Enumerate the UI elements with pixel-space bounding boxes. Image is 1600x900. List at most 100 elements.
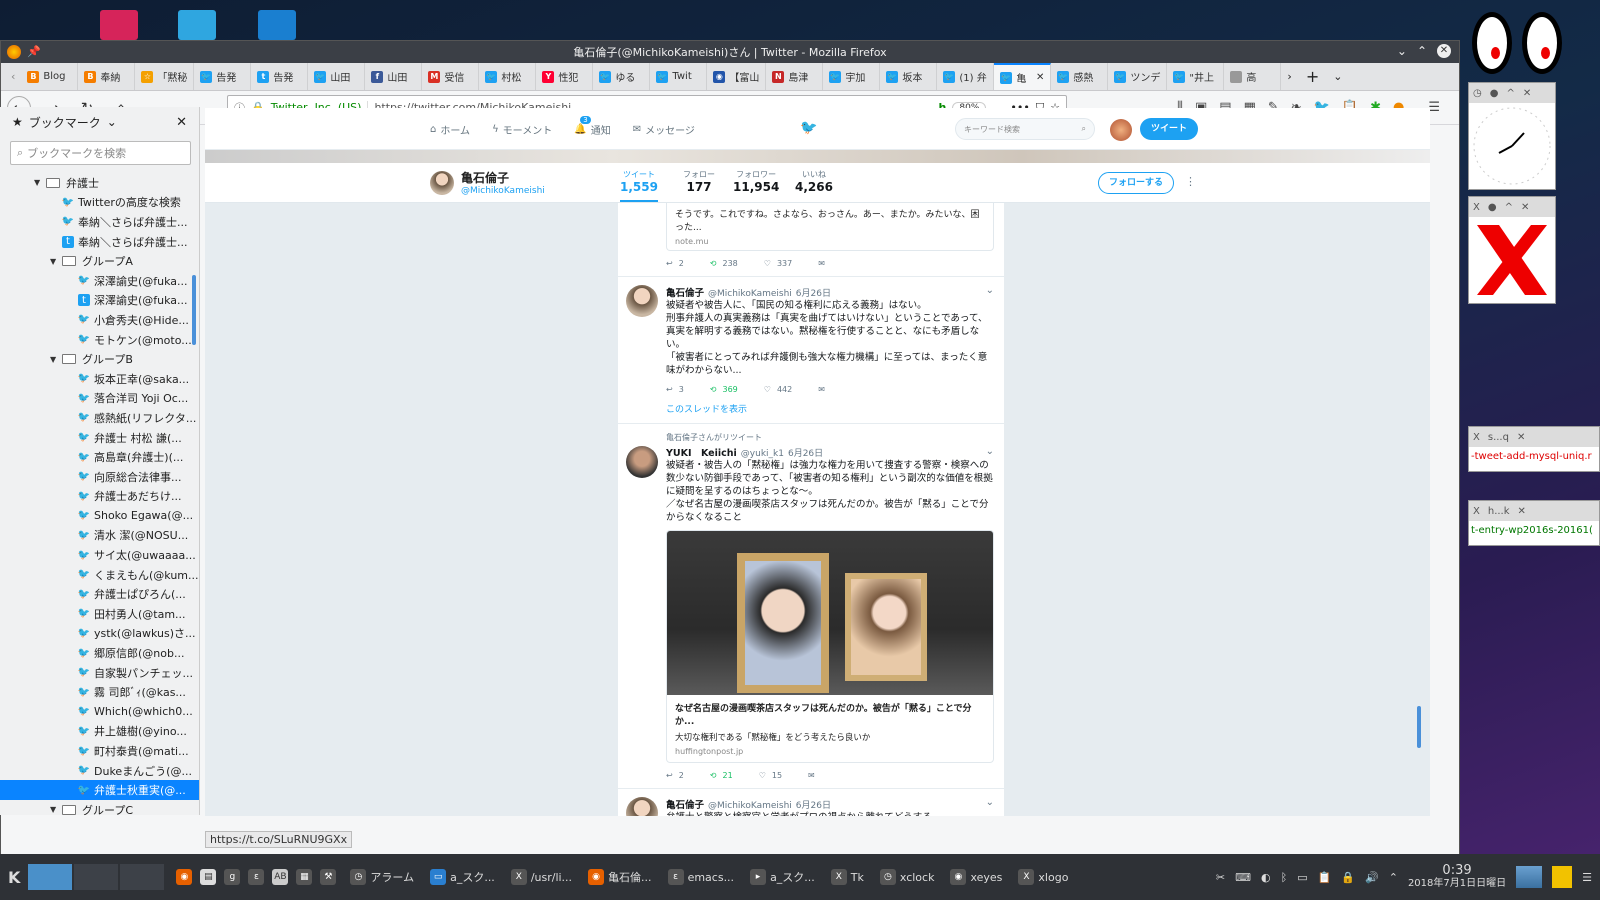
task-3[interactable]: ◉ 亀石倫...: [580, 862, 660, 892]
tab-20[interactable]: 🐦 "井上: [1167, 63, 1225, 90]
tab-12[interactable]: ◉ 【富山: [707, 63, 767, 90]
xlogo-window[interactable]: X ● ^ ✕: [1468, 196, 1556, 304]
bookmark-item[interactable]: 🐦 Twitterの高度な検索: [0, 193, 199, 213]
virtual-desktops[interactable]: [28, 864, 165, 890]
profile-name[interactable]: 亀石倫子: [461, 169, 545, 186]
twitter-logo-icon[interactable]: 🐦: [800, 120, 817, 136]
bookmark-item[interactable]: 🐦 清水 潔(@NOSU...: [0, 526, 199, 546]
follow-button[interactable]: フォローする: [1098, 172, 1174, 194]
bookmark-item[interactable]: t 深澤諭史(@fuka...: [0, 291, 199, 311]
bookmark-folder[interactable]: ▼ 弁護士: [0, 173, 199, 193]
tab-19[interactable]: 🐦 ツンデ: [1108, 63, 1168, 90]
close-icon[interactable]: ✕: [1523, 88, 1531, 99]
firefox-launcher-icon[interactable]: ◉: [176, 869, 193, 885]
tab-21[interactable]: 高: [1224, 63, 1282, 90]
bookmark-item[interactable]: 🐦 霧 司郎ﾞｨ(@kas...: [0, 682, 199, 702]
close-icon[interactable]: ✕: [1437, 44, 1451, 58]
tweet-button[interactable]: ツイート: [1140, 118, 1198, 140]
bookmark-item[interactable]: 🐦 奉納＼さらば弁護士...: [0, 212, 199, 232]
bookmark-search-input[interactable]: ⌕ ブックマークを検索: [10, 141, 191, 165]
tab-scroll-left-icon[interactable]: ‹: [5, 70, 21, 83]
desktop-preview-icon[interactable]: [1516, 866, 1543, 888]
tweet-menu-icon[interactable]: ⌄: [986, 446, 994, 457]
retweet-action[interactable]: ⟲ 238: [710, 259, 738, 268]
new-tab-icon[interactable]: +: [1298, 67, 1327, 86]
home-desktop-icon[interactable]: [178, 10, 216, 40]
tweet-avatar[interactable]: [626, 797, 658, 816]
expand-tray-icon[interactable]: ⌃: [1389, 871, 1398, 884]
tab-8[interactable]: 🐦 村松: [479, 63, 537, 90]
sidebar-scrollbar[interactable]: [192, 275, 196, 345]
bookmark-item[interactable]: 🐦 Dukeまんごう(@...: [0, 761, 199, 781]
bookmark-item[interactable]: 🐦 Which(@which0...: [0, 702, 199, 722]
clipboard-tray-icon[interactable]: 📋: [1318, 871, 1332, 884]
tweet-date[interactable]: 6月26日: [796, 801, 831, 811]
bluetooth-icon[interactable]: ᛒ: [1281, 871, 1288, 884]
close-icon[interactable]: ✕: [1518, 506, 1526, 517]
nav-home[interactable]: ⌂ ホーム: [430, 122, 470, 137]
stat-0[interactable]: ツイート 1,559: [620, 169, 658, 202]
bookmark-item[interactable]: 🐦 弁護士秋重実(@...: [0, 780, 199, 800]
close-icon[interactable]: ✕: [1521, 202, 1529, 213]
nav-messages[interactable]: ✉ メッセージ: [633, 122, 695, 137]
bookmark-item[interactable]: 🐦 ystk(@lawkus)さ...: [0, 624, 199, 644]
twitter-search-input[interactable]: キーワード検索 ⌕: [955, 118, 1095, 140]
sidebar-title[interactable]: ブックマーク: [29, 114, 101, 131]
reply-action[interactable]: ↩ 3: [666, 385, 684, 394]
tweet-author-name[interactable]: YUKI Keiichi: [666, 448, 737, 459]
folder-desktop-icon[interactable]: [258, 10, 296, 40]
bookmark-item[interactable]: 🐦 坂本正幸(@saka...: [0, 369, 199, 389]
xclock-titlebar[interactable]: ◷ ● ^ ✕: [1469, 83, 1555, 103]
like-action[interactable]: ♡ 15: [759, 771, 782, 780]
terminal-window-2[interactable]: Xh...k ✕ t-entry-wp2016s-20161(: [1468, 500, 1600, 546]
tab-1[interactable]: B 奉納: [78, 63, 136, 90]
terminal-titlebar-1[interactable]: Xs...q ✕: [1469, 427, 1599, 447]
window-titlebar[interactable]: 📌 亀石倫子(@MichikoKameishi)さん | Twitter - M…: [1, 41, 1459, 63]
network-icon[interactable]: ◐: [1261, 871, 1271, 884]
bookmark-folder[interactable]: ▼ グループB: [0, 349, 199, 369]
bookmark-item[interactable]: 🐦 小倉秀夫(@Hide...: [0, 310, 199, 330]
bookmark-item[interactable]: 🐦 井上雄樹(@yino...: [0, 722, 199, 742]
keyboard-icon[interactable]: ⌨: [1235, 871, 1251, 884]
close-sidebar-icon[interactable]: ✕: [176, 115, 187, 130]
tab-14[interactable]: 🐦 宇加: [823, 63, 881, 90]
bookmark-item[interactable]: 🐦 感熱紙(リフレクタ...: [0, 408, 199, 428]
tweet-author-name[interactable]: 亀石倫子: [666, 288, 704, 299]
menu-icon[interactable]: ☰: [1428, 100, 1440, 115]
notes-icon[interactable]: [1552, 866, 1573, 888]
tab-3[interactable]: 🐦 告発: [194, 63, 252, 90]
tab-17[interactable]: 🐦 亀 ✕: [994, 63, 1052, 90]
tab-7[interactable]: M 受信: [422, 63, 480, 90]
bookmark-folder[interactable]: ▼ グループA: [0, 251, 199, 271]
task-0[interactable]: ◷ アラーム: [342, 862, 422, 892]
stat-1[interactable]: フォロー 177: [683, 169, 715, 194]
nav-moments[interactable]: ϟ モーメント: [492, 122, 552, 137]
bookmark-item[interactable]: 🐦 サイ太(@uwaaaa...: [0, 545, 199, 565]
reply-action[interactable]: ↩ 2: [666, 771, 684, 780]
tab-5[interactable]: 🐦 山田: [308, 63, 366, 90]
emacs-launcher-icon[interactable]: ε: [248, 869, 265, 885]
dm-icon[interactable]: ✉: [808, 771, 815, 780]
expand-arrow-icon[interactable]: ▼: [50, 355, 62, 364]
pin-icon[interactable]: 📌: [27, 45, 41, 59]
tweet-author-handle[interactable]: @yuki_k1: [741, 449, 784, 459]
clock-widget[interactable]: 0:39 2018年7月1日日曜日: [1408, 864, 1506, 890]
dm-icon[interactable]: ✉: [818, 259, 825, 268]
display-icon[interactable]: ▭: [1297, 871, 1307, 884]
tab-9[interactable]: Y 性犯: [536, 63, 594, 90]
task-1[interactable]: ▭ a_スク...: [422, 862, 503, 892]
bookmark-item[interactable]: 🐦 くまえもん(@kum...: [0, 565, 199, 585]
xclock-window[interactable]: ◷ ● ^ ✕: [1468, 82, 1556, 190]
task-7[interactable]: ◷ xclock: [872, 862, 943, 892]
retweet-action[interactable]: ⟲ 21: [710, 771, 733, 780]
bookmark-item[interactable]: t 奉納＼さらば弁護士...: [0, 232, 199, 252]
terminal-window-1[interactable]: Xs...q ✕ -tweet-add-mysql-uniq.r: [1468, 426, 1600, 472]
bookmark-item[interactable]: 🐦 郷原信郎(@nob...: [0, 643, 199, 663]
tab-0[interactable]: B Blog: [21, 63, 79, 90]
show-thread-link[interactable]: このスレッドを表示: [666, 402, 994, 415]
lock-tray-icon[interactable]: 🔒: [1341, 871, 1355, 884]
hammer-launcher-icon[interactable]: ⚒: [320, 869, 337, 885]
task-9[interactable]: Xxlogo: [1010, 862, 1076, 892]
task-6[interactable]: X Tk: [823, 862, 872, 892]
dm-icon[interactable]: ✉: [818, 385, 825, 394]
